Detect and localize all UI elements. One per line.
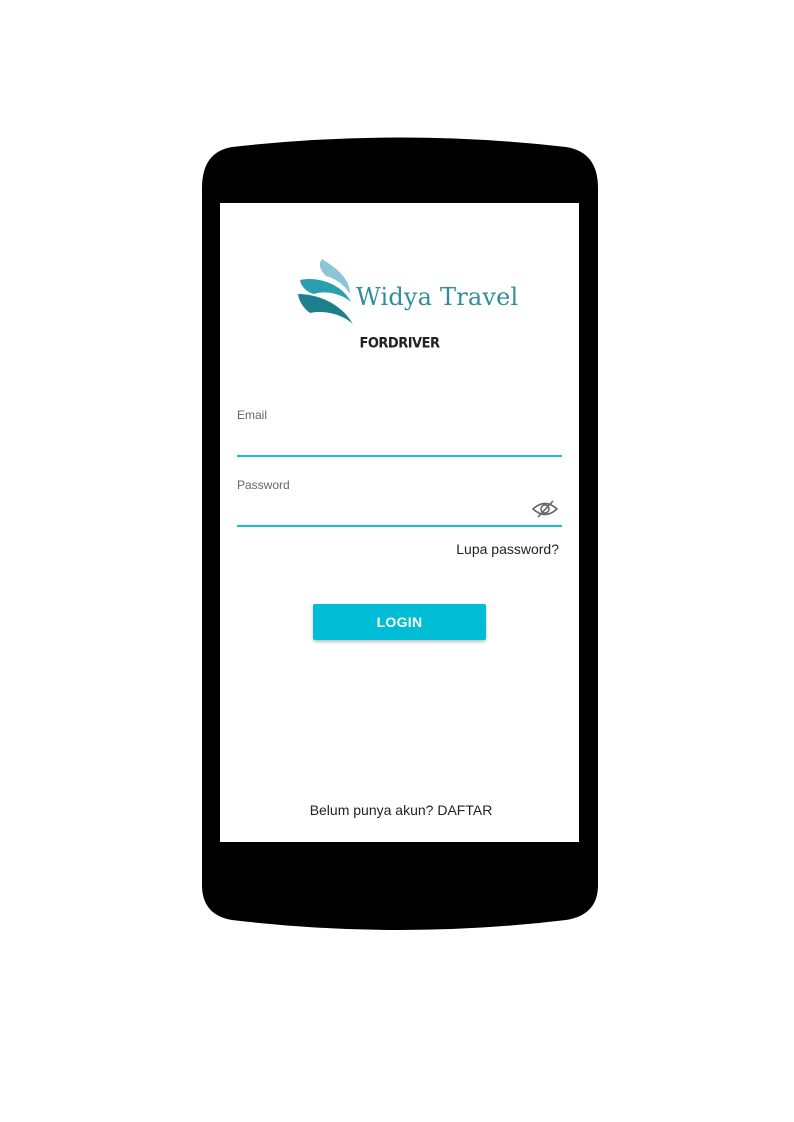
password-label: Password (237, 478, 290, 492)
app-subtitle: FORDRIVER (359, 335, 440, 352)
forgot-password-link[interactable]: Lupa password? (456, 541, 559, 557)
eye-off-icon[interactable] (531, 499, 559, 519)
signup-prompt: Belum punya akun? DAFTAR (220, 802, 582, 818)
signup-prompt-text: Belum punya akun? (309, 802, 434, 818)
email-field[interactable] (237, 427, 562, 457)
signup-link[interactable]: DAFTAR (437, 802, 492, 818)
password-field[interactable] (237, 497, 562, 527)
wave-wing-logo-icon (298, 259, 353, 324)
phone-screen: Widya Travel FORDRIVER Email Password Lu… (220, 203, 579, 842)
page: Widya Travel FORDRIVER Email Password Lu… (0, 0, 794, 1122)
brand-logo: Widya Travel (296, 258, 518, 328)
email-label: Email (237, 408, 268, 422)
brand-name: Widya Travel (356, 283, 519, 311)
login-button[interactable]: LOGIN (313, 604, 486, 640)
